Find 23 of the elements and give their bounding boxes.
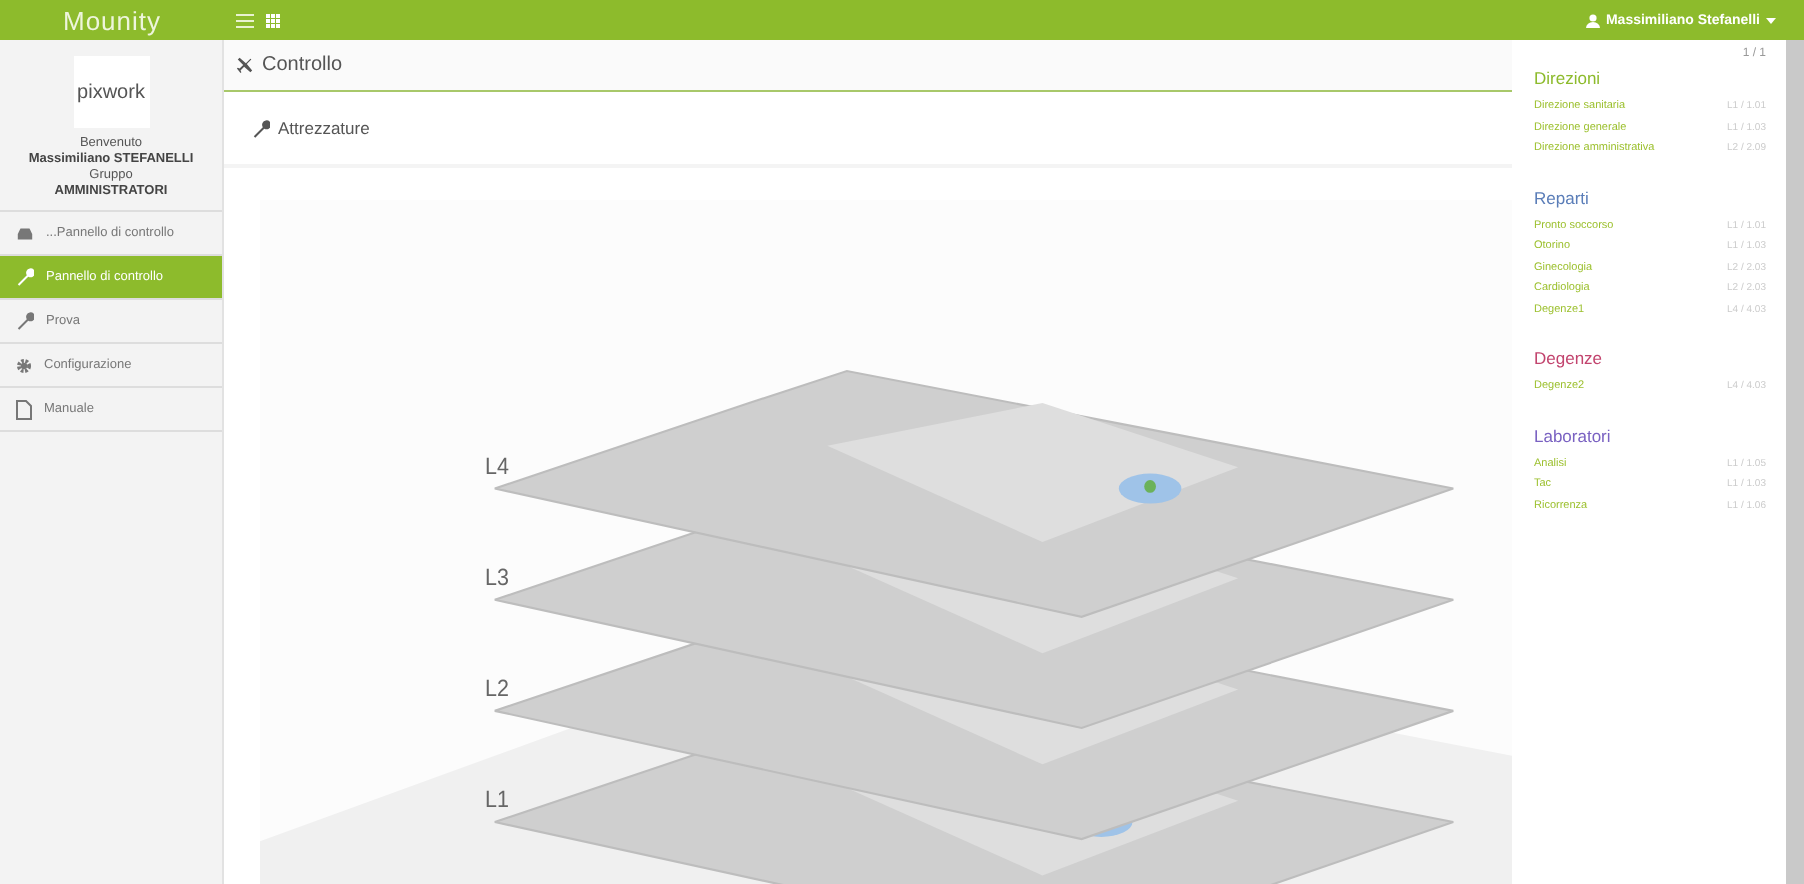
floor-label: L2	[484, 677, 509, 703]
car-icon	[16, 225, 34, 241]
category-title: Reparti	[1534, 187, 1591, 207]
wrench-icon	[16, 268, 34, 286]
document-icon	[16, 399, 32, 419]
category-title: Laboratori	[1534, 425, 1613, 445]
floor-label: L4	[484, 454, 509, 480]
page-title: Controllo	[262, 54, 343, 76]
wrench-icon	[16, 312, 34, 330]
section-title: Attrezzature	[278, 118, 370, 138]
airplane-icon	[236, 56, 254, 74]
app-logo: Mounity	[60, 5, 164, 35]
category-title: Direzioni	[1534, 68, 1603, 88]
caret-icon	[1766, 17, 1776, 23]
menu-icon[interactable]	[236, 13, 254, 27]
floor-label: L1	[484, 788, 509, 814]
floor-label: L3	[484, 565, 509, 591]
grid-icon[interactable]	[266, 13, 280, 27]
company-logo: pixwork	[73, 56, 149, 128]
category-title: Degenze	[1534, 348, 1605, 368]
user-icon	[1585, 13, 1600, 27]
wrench-icon	[252, 119, 270, 137]
gear-icon	[16, 357, 32, 373]
